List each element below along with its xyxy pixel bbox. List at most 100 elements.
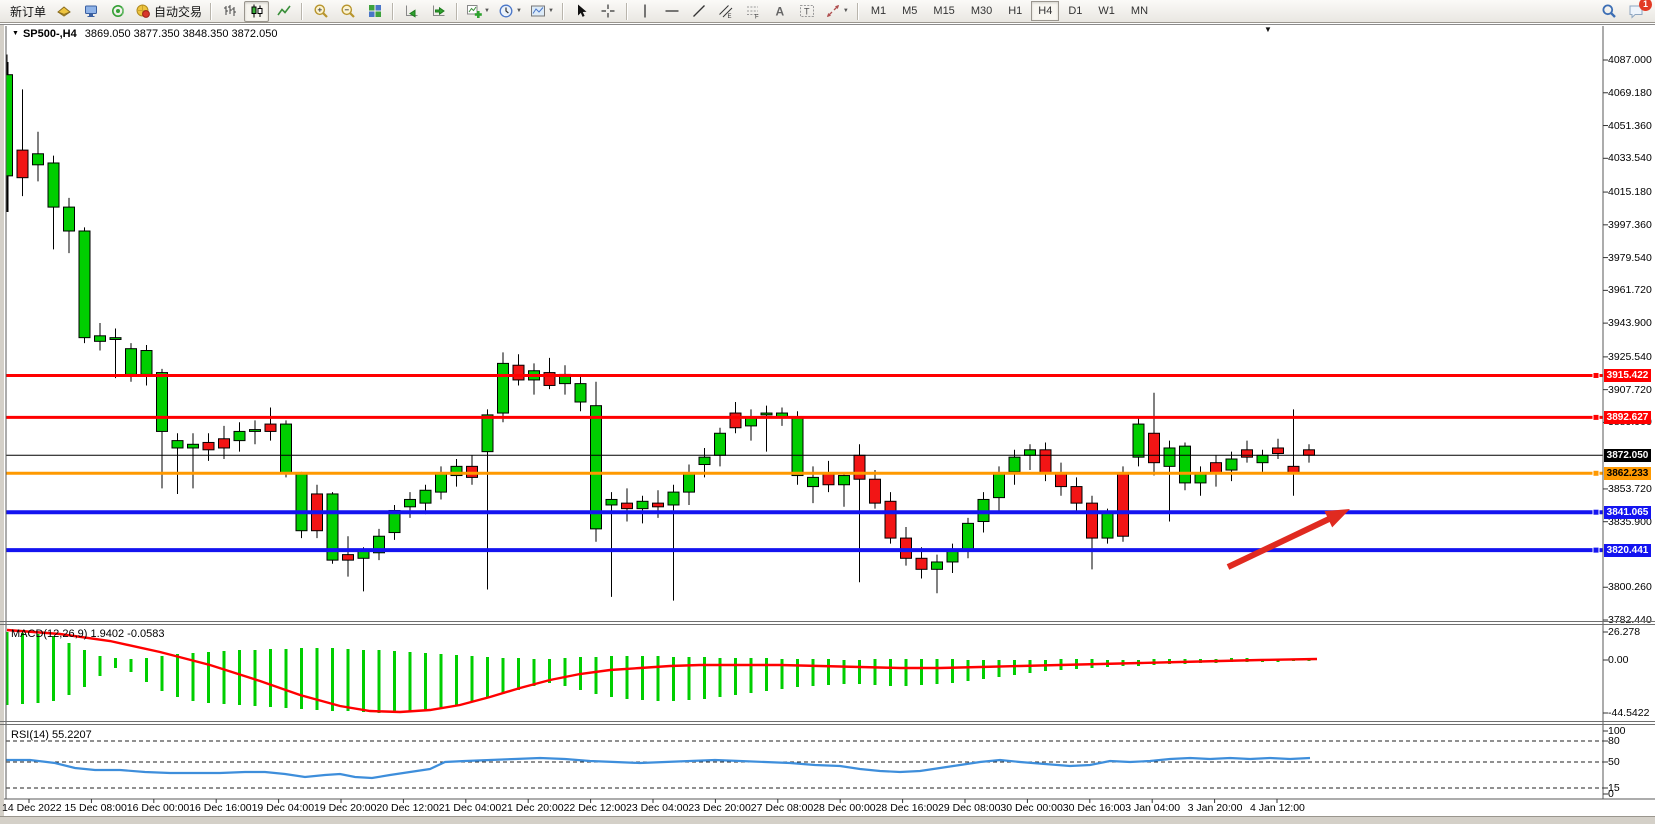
candle-body[interactable]	[1025, 450, 1036, 456]
candle-body[interactable]	[219, 439, 230, 448]
timeframe-m5-button[interactable]: M5	[895, 1, 924, 21]
new-order-button[interactable]: 新订单	[4, 1, 49, 22]
tile-windows-button[interactable]	[362, 1, 387, 22]
candle-body[interactable]	[482, 415, 493, 452]
candle-body[interactable]	[79, 231, 90, 338]
candle-body[interactable]	[606, 499, 617, 505]
candle-body[interactable]	[265, 424, 276, 431]
dropdown-caret-icon[interactable]: ▼	[516, 8, 522, 14]
candle-body[interactable]	[141, 351, 152, 375]
dropdown-caret-icon[interactable]: ▼	[548, 8, 554, 14]
candle-body[interactable]	[188, 444, 199, 448]
candle-body[interactable]	[916, 558, 927, 569]
zoom-in-button[interactable]	[308, 1, 333, 22]
candle-body[interactable]	[1009, 457, 1020, 472]
resistance-line-2-handle[interactable]	[1593, 414, 1599, 420]
trend-arrow[interactable]	[1228, 517, 1334, 567]
chart-shift-marker[interactable]: ▼	[1264, 25, 1272, 34]
pane-separator[interactable]	[0, 721, 1655, 722]
trend-arrow-head[interactable]	[1324, 509, 1350, 527]
chart-canvas[interactable]	[0, 0, 1655, 824]
candle-body[interactable]	[405, 499, 416, 506]
dropdown-caret-icon[interactable]: ▼	[484, 8, 490, 14]
candle-body[interactable]	[994, 474, 1005, 498]
trendline-button[interactable]	[687, 1, 712, 22]
label-button[interactable]: T	[795, 1, 820, 22]
candle-body[interactable]	[281, 424, 292, 474]
candle-body[interactable]	[234, 431, 245, 440]
candle-body[interactable]	[17, 150, 28, 178]
candle-body[interactable]	[1133, 424, 1144, 457]
candle-body[interactable]	[1149, 433, 1160, 462]
candle-body[interactable]	[172, 441, 183, 448]
candle-body[interactable]	[885, 501, 896, 538]
candle-body[interactable]	[932, 562, 943, 569]
zoom-out-button[interactable]	[335, 1, 360, 22]
candle-body[interactable]	[1087, 503, 1098, 538]
support-line-1-handle[interactable]	[1593, 509, 1599, 515]
pivot-line-handle[interactable]	[1593, 470, 1599, 476]
bar-chart-button[interactable]	[217, 1, 242, 22]
candle-body[interactable]	[730, 413, 741, 428]
candle-body[interactable]	[48, 163, 59, 207]
candle-body[interactable]	[126, 349, 137, 375]
candle-body[interactable]	[854, 455, 865, 479]
candle-body[interactable]	[64, 207, 75, 231]
candle-body[interactable]	[1102, 512, 1113, 538]
candle-body[interactable]	[947, 551, 958, 562]
vline-button[interactable]	[633, 1, 658, 22]
candle-chart-button[interactable]	[244, 1, 269, 22]
arrows-button[interactable]: ▼	[822, 1, 852, 22]
chart-shift-button[interactable]	[426, 1, 451, 22]
timeframe-m30-button[interactable]: M30	[964, 1, 999, 21]
candle-body[interactable]	[1304, 450, 1315, 455]
pane-separator[interactable]	[0, 724, 1655, 725]
candle-body[interactable]	[250, 430, 261, 432]
candle-body[interactable]	[110, 338, 121, 340]
candle-body[interactable]	[1164, 448, 1175, 466]
timeframe-w1-button[interactable]: W1	[1091, 1, 1122, 21]
candle-body[interactable]	[1071, 487, 1082, 504]
templates-button[interactable]: ▼	[527, 1, 557, 22]
periods-button[interactable]: ▼	[495, 1, 525, 22]
candle-body[interactable]	[839, 476, 850, 485]
candle-body[interactable]	[95, 336, 106, 342]
support-line-2-handle[interactable]	[1593, 547, 1599, 553]
candle-body[interactable]	[684, 474, 695, 492]
candle-body[interactable]	[622, 503, 633, 509]
candle-body[interactable]	[792, 417, 803, 476]
candle-body[interactable]	[1226, 459, 1237, 470]
hline-button[interactable]	[660, 1, 685, 22]
terminal-button[interactable]	[78, 1, 103, 22]
candle-body[interactable]	[1056, 474, 1067, 487]
candle-body[interactable]	[33, 154, 44, 165]
candle-body[interactable]	[513, 365, 524, 380]
resistance-line-1-handle[interactable]	[1593, 372, 1599, 378]
candle-body[interactable]	[436, 474, 447, 492]
signals-button[interactable]	[105, 1, 130, 22]
candle-body[interactable]	[699, 457, 710, 464]
candle-body[interactable]	[1180, 446, 1191, 483]
timeframe-h4-button[interactable]: H4	[1031, 1, 1059, 21]
autotrading-button[interactable]: 自动交易	[132, 1, 205, 22]
candle-body[interactable]	[1273, 448, 1284, 454]
search-button[interactable]	[1596, 1, 1621, 22]
crosshair-button[interactable]	[596, 1, 621, 22]
chart-dropdown-icon[interactable]: ▼	[12, 30, 19, 37]
notifications-button[interactable]: 1	[1623, 1, 1648, 22]
candle-body[interactable]	[808, 477, 819, 486]
candle-body[interactable]	[761, 413, 772, 415]
candle-body[interactable]	[420, 490, 431, 503]
line-chart-button[interactable]	[271, 1, 296, 22]
channel-button[interactable]: E	[714, 1, 739, 22]
candle-body[interactable]	[1118, 474, 1129, 537]
candle-body[interactable]	[823, 474, 834, 485]
candle-body[interactable]	[637, 501, 648, 508]
candle-body[interactable]	[1040, 450, 1051, 474]
cursor-button[interactable]	[569, 1, 594, 22]
candle-body[interactable]	[203, 442, 214, 449]
timeframe-m15-button[interactable]: M15	[926, 1, 961, 21]
text-button[interactable]: A	[768, 1, 793, 22]
candle-body[interactable]	[296, 474, 307, 531]
new-chart-button[interactable]: ▼	[463, 1, 493, 22]
